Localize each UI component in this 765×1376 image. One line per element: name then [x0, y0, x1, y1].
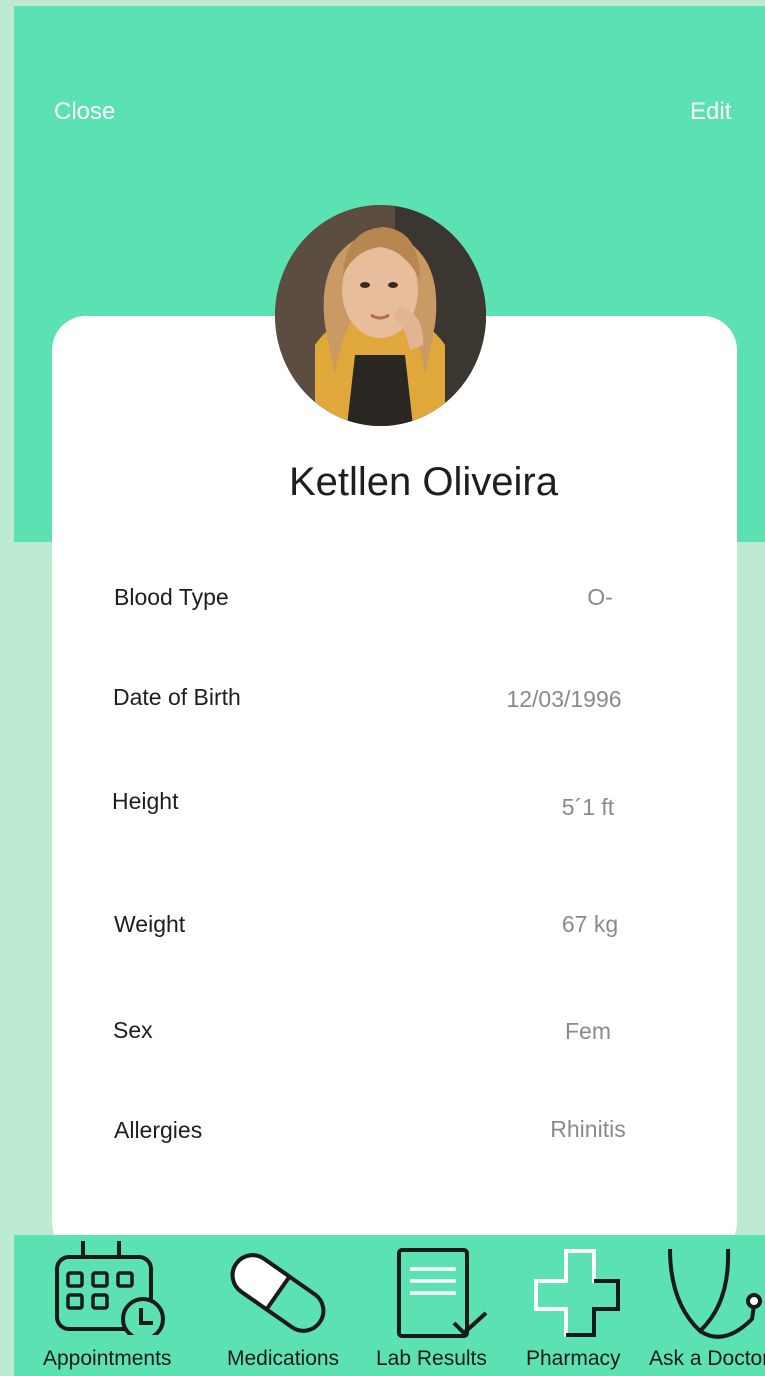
profile-name: Ketllen Oliveira	[288, 460, 558, 504]
nav-appointments-label: Appointments	[43, 1347, 172, 1370]
sex-value: Fem	[565, 1018, 611, 1044]
nav-appointments[interactable]: Appointments	[14, 1235, 199, 1376]
nav-ask-a-doctor[interactable]: Ask a Doctor	[644, 1235, 765, 1376]
medical-cross-icon	[534, 1249, 620, 1337]
calendar-clock-icon	[55, 1241, 165, 1335]
allergies-value: Rhinitis	[550, 1116, 626, 1142]
allergies-label: Allergies	[114, 1117, 203, 1143]
blood-type-value: O-	[587, 584, 613, 610]
avatar-image	[275, 205, 486, 426]
date-of-birth-label: Date of Birth	[113, 684, 241, 710]
nav-medications-label: Medications	[227, 1347, 340, 1370]
height-label: Height	[112, 788, 179, 814]
pill-icon	[230, 1253, 326, 1333]
nav-ask-a-doctor-label: Ask a Doctor	[649, 1347, 765, 1370]
weight-value: 67 kg	[561, 911, 619, 937]
sex-label: Sex	[113, 1017, 153, 1043]
nav-medications[interactable]: Medications	[199, 1235, 364, 1376]
nav-pharmacy-label: Pharmacy	[526, 1347, 621, 1370]
height-value: 5´1 ft	[561, 794, 615, 820]
weight-label: Weight	[114, 911, 186, 937]
clipboard-check-icon	[397, 1248, 488, 1338]
stethoscope-icon	[668, 1248, 762, 1339]
nav-pharmacy[interactable]: Pharmacy	[514, 1235, 644, 1376]
nav-lab-results-label: Lab Results	[376, 1347, 487, 1370]
close-button[interactable]: Close	[54, 98, 115, 126]
bottom-nav: Appointments Medications Lab Results Pha…	[14, 1235, 765, 1376]
avatar	[275, 205, 486, 426]
nav-lab-results[interactable]: Lab Results	[364, 1235, 514, 1376]
blood-type-label: Blood Type	[114, 584, 229, 610]
date-of-birth-value: 12/03/1996	[506, 686, 622, 712]
profile-card: Ketllen Oliveira Blood Type O- Date of B…	[52, 316, 737, 1256]
edit-button[interactable]: Edit	[690, 98, 731, 126]
